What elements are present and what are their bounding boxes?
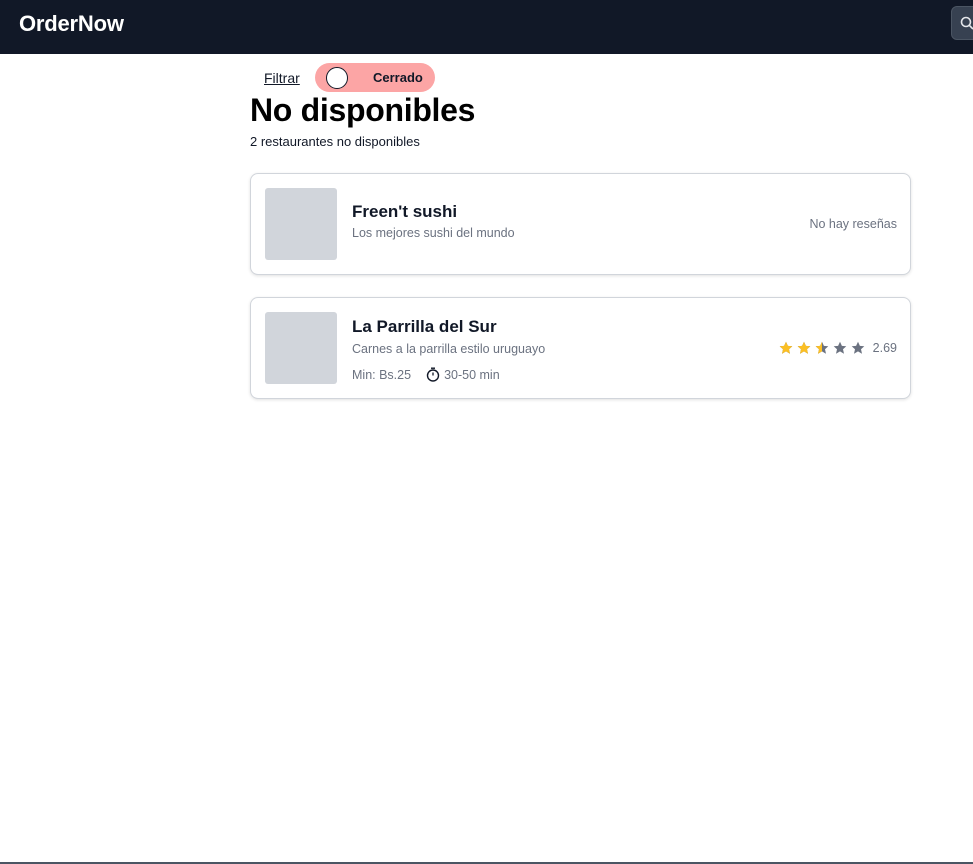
stopwatch-icon [426, 367, 440, 382]
restaurant-meta: Min: Bs.25 30-50 min [352, 367, 500, 382]
no-reviews-text: No hay reseñas [809, 217, 897, 231]
star-icon [779, 341, 792, 354]
delivery-time-text: 30-50 min [444, 367, 500, 382]
star-icon [797, 341, 810, 354]
restaurant-image-placeholder [265, 312, 337, 384]
restaurant-description: Carnes a la parrilla estilo uruguayo [352, 342, 546, 356]
restaurant-count: 2 restaurantes no disponibles [250, 134, 420, 149]
restaurant-description: Los mejores sushi del mundo [352, 226, 515, 240]
filter-link[interactable]: Filtrar [264, 70, 300, 86]
delivery-time: 30-50 min [426, 367, 500, 382]
search-button[interactable] [951, 6, 973, 40]
toggle-knob [326, 67, 348, 89]
toggle-label: Cerrado [373, 70, 423, 85]
restaurant-name: La Parrilla del Sur [352, 317, 497, 336]
star-rating: 2.69 [779, 341, 897, 355]
star-icon [833, 341, 846, 354]
restaurant-card[interactable]: La Parrilla del Sur Carnes a la parrilla… [250, 297, 911, 399]
brand-logo[interactable]: OrderNow [19, 11, 124, 37]
search-icon [960, 16, 973, 30]
restaurant-name: Freen't sushi [352, 202, 458, 221]
restaurant-image-placeholder [265, 188, 337, 260]
star-icon [851, 341, 864, 354]
top-navbar: OrderNow [0, 0, 973, 54]
min-order: Min: Bs.25 [352, 367, 412, 382]
star-icon [815, 341, 828, 354]
open-closed-toggle[interactable]: Cerrado [315, 63, 435, 92]
page-title: No disponibles [250, 92, 476, 128]
rating-value: 2.69 [872, 341, 897, 355]
restaurant-card[interactable]: Freen't sushi Los mejores sushi del mund… [250, 173, 911, 275]
